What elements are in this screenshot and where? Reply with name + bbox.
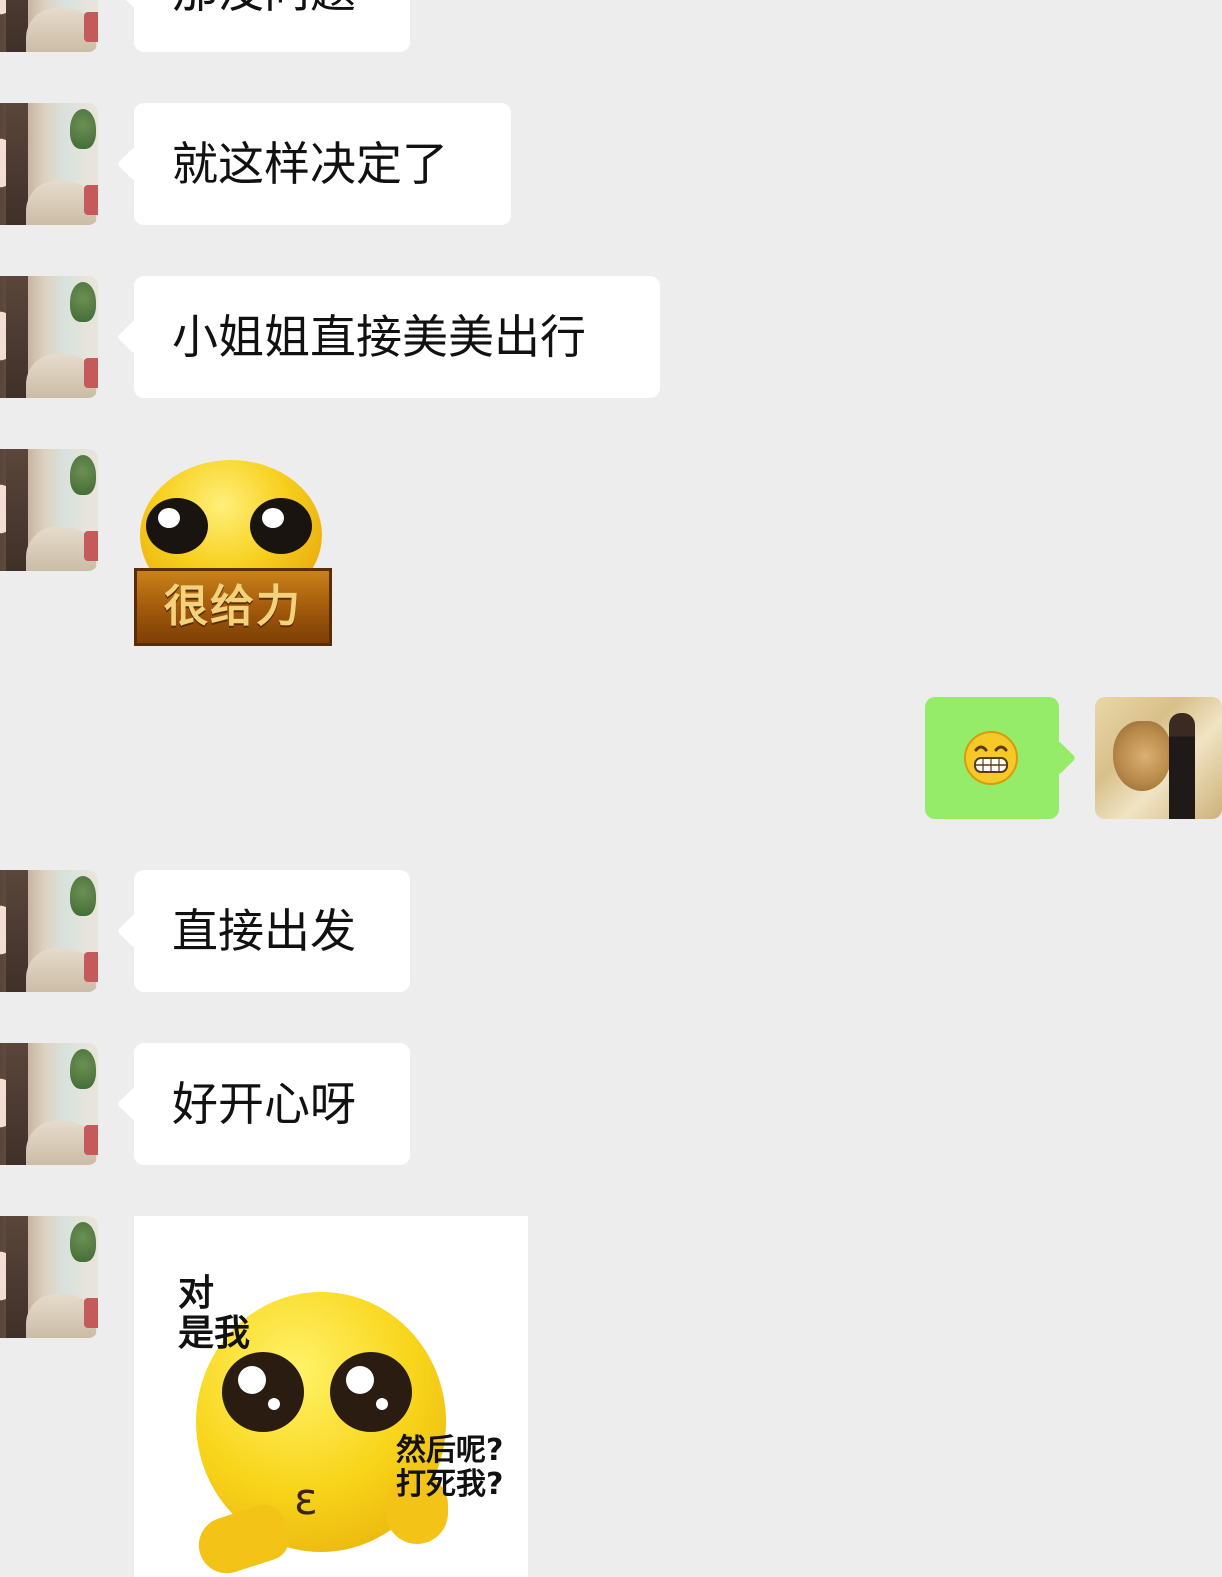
message-bubble-incoming[interactable]: 就这样决定了 <box>134 103 511 225</box>
contact-avatar[interactable] <box>0 870 98 992</box>
message-bubble-incoming[interactable]: 直接出发 <box>134 870 410 992</box>
contact-avatar[interactable] <box>0 103 98 225</box>
message-bubble-outgoing[interactable] <box>925 697 1059 819</box>
sticker-caption-right: 然后呢? 打死我? <box>396 1433 504 1502</box>
message-text: 小姐姐直接美美出行 <box>172 310 586 364</box>
contact-avatar[interactable] <box>0 449 98 571</box>
message-text: 就这样决定了 <box>172 137 448 191</box>
sticker-caption: 很给力 <box>164 581 302 632</box>
sticker-caption-top: 对 是我 <box>178 1273 251 1354</box>
contact-avatar[interactable] <box>0 0 98 52</box>
message-text: 好开心呀 <box>172 1077 356 1131</box>
message-bubble-incoming[interactable]: 那没问题 <box>134 0 410 52</box>
pointing-hand-icon <box>191 1499 295 1577</box>
grin-emoji-icon <box>964 731 1018 785</box>
message-bubble-incoming[interactable]: 小姐姐直接美美出行 <box>134 276 660 398</box>
awesome-sticker[interactable]: 很给力 <box>134 460 332 646</box>
message-bubble-incoming[interactable]: 好开心呀 <box>134 1043 410 1165</box>
contact-avatar[interactable] <box>0 1216 98 1338</box>
my-avatar[interactable] <box>1095 697 1222 819</box>
message-text: 那没问题 <box>172 0 356 18</box>
contact-avatar[interactable] <box>0 1043 98 1165</box>
meme-sticker[interactable]: ε 对 是我 然后呢? 打死我? <box>134 1216 528 1577</box>
message-text: 直接出发 <box>172 904 356 958</box>
contact-avatar[interactable] <box>0 276 98 398</box>
chat-message-area[interactable]: 那没问题 就这样决定了 小姐姐直接美美出行 很给力 <box>0 0 1222 1577</box>
